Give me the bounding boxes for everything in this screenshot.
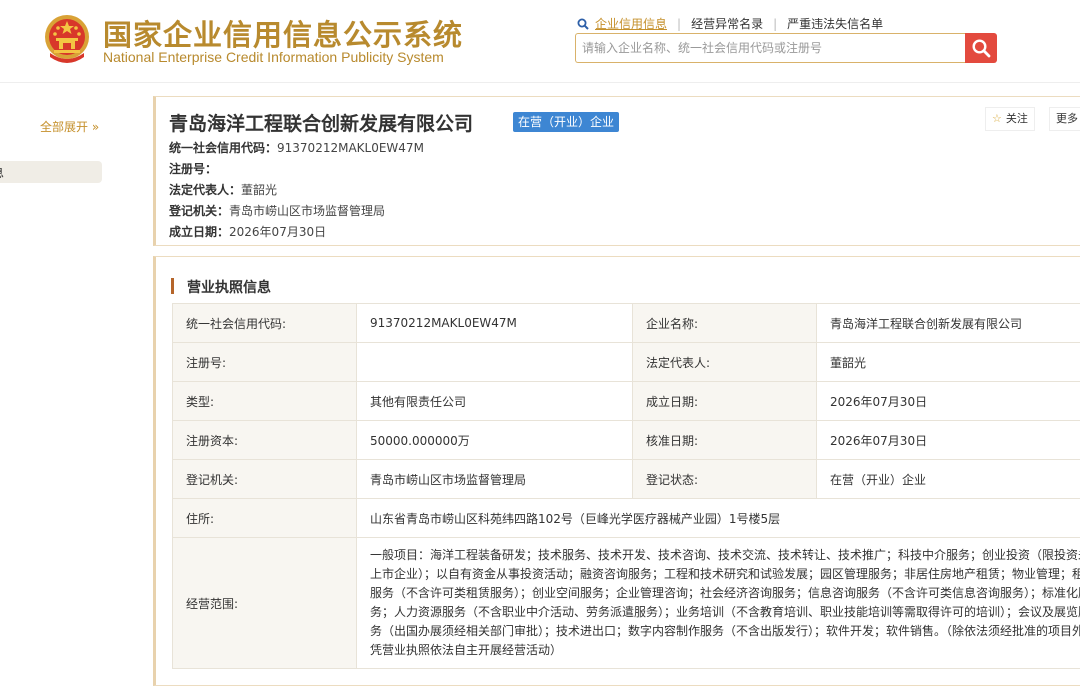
search-icon	[971, 38, 991, 58]
site-header: 国家企业信用信息公示系统 National Enterprise Credit …	[0, 0, 1080, 83]
summary-label: 注册号：	[169, 162, 217, 176]
search-icon	[577, 18, 589, 30]
national-emblem-icon	[42, 13, 92, 65]
follow-button[interactable]: ☆ 关注	[985, 107, 1035, 131]
table-row: 注册号: 法定代表人: 董韶光	[173, 343, 1080, 382]
more-button[interactable]: 更多	[1049, 107, 1080, 131]
cell-value: 在营（开业）企业	[817, 460, 1080, 499]
summary-row-founded: 成立日期：2026年07月30日	[169, 223, 326, 240]
nav-link-abnormal-list[interactable]: 经营异常名录	[691, 17, 763, 31]
cell-value: 91370212MAKL0EW47M	[357, 304, 633, 343]
nav-separator: |	[773, 17, 777, 31]
search-input[interactable]	[575, 33, 965, 63]
cell-value: 2026年07月30日	[817, 382, 1080, 421]
cell-label: 企业名称:	[633, 304, 817, 343]
sidebar-item-label: 息	[0, 164, 4, 181]
cell-label: 经营范围:	[173, 538, 357, 669]
cell-label: 住所:	[173, 499, 357, 538]
summary-row-reg-no: 注册号：	[169, 160, 217, 177]
summary-value: 青岛市崂山区市场监督管理局	[229, 204, 385, 218]
company-name: 青岛海洋工程联合创新发展有限公司	[169, 109, 473, 136]
cell-label: 登记机关:	[173, 460, 357, 499]
top-nav: 企业信用信息 | 经营异常名录 | 严重违法失信名单	[577, 15, 883, 32]
summary-row-legal-rep: 法定代表人：董韶光	[169, 181, 277, 198]
summary-value: 91370212MAKL0EW47M	[277, 141, 424, 155]
site-title-cn: 国家企业信用信息公示系统	[103, 12, 463, 54]
sidebar-item-active[interactable]: 息	[0, 161, 102, 183]
summary-value: 董韶光	[241, 183, 277, 197]
sidebar-item[interactable]	[0, 208, 102, 230]
cell-label: 注册号:	[173, 343, 357, 382]
section-title-bar	[171, 278, 174, 294]
summary-row-credit-code: 统一社会信用代码：91370212MAKL0EW47M	[169, 139, 424, 156]
summary-label: 登记机关：	[169, 204, 229, 218]
follow-label: 关注	[1006, 112, 1028, 125]
nav-separator: |	[677, 17, 681, 31]
expand-all-button[interactable]: 全部展开 »	[40, 118, 99, 135]
license-table: 统一社会信用代码: 91370212MAKL0EW47M 企业名称: 青岛海洋工…	[172, 303, 1080, 669]
cell-label: 法定代表人:	[633, 343, 817, 382]
company-summary-card: 青岛海洋工程联合创新发展有限公司 在营（开业）企业 统一社会信用代码：91370…	[153, 96, 1080, 246]
cell-value	[357, 343, 633, 382]
business-scope-value: 一般项目：海洋工程装备研发；技术服务、技术开发、技术咨询、技术交流、技术转让、技…	[357, 538, 1080, 669]
cell-value: 青岛海洋工程联合创新发展有限公司	[817, 304, 1080, 343]
table-row-business-scope: 经营范围: 一般项目：海洋工程装备研发；技术服务、技术开发、技术咨询、技术交流、…	[173, 538, 1080, 669]
sidebar-item[interactable]	[0, 186, 102, 208]
summary-label: 统一社会信用代码：	[169, 141, 277, 155]
cell-label: 登记状态:	[633, 460, 817, 499]
cell-value: 50000.000000万	[357, 421, 633, 460]
summary-row-authority: 登记机关：青岛市崂山区市场监督管理局	[169, 202, 385, 219]
cell-label: 类型:	[173, 382, 357, 421]
site-title-en: National Enterprise Credit Information P…	[103, 49, 444, 65]
status-badge: 在营（开业）企业	[513, 112, 619, 132]
table-row: 类型: 其他有限责任公司 成立日期: 2026年07月30日	[173, 382, 1080, 421]
summary-value: 2026年07月30日	[229, 225, 326, 239]
cell-label: 核准日期:	[633, 421, 817, 460]
address-value: 山东省青岛市崂山区科苑纬四路102号（巨峰光学医疗器械产业园）1号楼5层	[357, 499, 1080, 538]
cell-label: 统一社会信用代码:	[173, 304, 357, 343]
business-license-section: 营业执照信息 统一社会信用代码: 91370212MAKL0EW47M 企业名称…	[153, 256, 1080, 686]
cell-value: 青岛市崂山区市场监督管理局	[357, 460, 633, 499]
summary-label: 法定代表人：	[169, 183, 241, 197]
star-icon: ☆	[992, 112, 1002, 125]
section-title: 营业执照信息	[187, 277, 271, 297]
cell-label: 注册资本:	[173, 421, 357, 460]
nav-link-dishonest-list[interactable]: 严重违法失信名单	[787, 17, 883, 31]
cell-value: 2026年07月30日	[817, 421, 1080, 460]
search-bar	[575, 33, 997, 63]
table-row: 统一社会信用代码: 91370212MAKL0EW47M 企业名称: 青岛海洋工…	[173, 304, 1080, 343]
cell-label: 成立日期:	[633, 382, 817, 421]
table-row-address: 住所: 山东省青岛市崂山区科苑纬四路102号（巨峰光学医疗器械产业园）1号楼5层	[173, 499, 1080, 538]
nav-link-credit-info[interactable]: 企业信用信息	[595, 17, 667, 31]
cell-value: 其他有限责任公司	[357, 382, 633, 421]
summary-label: 成立日期：	[169, 225, 229, 239]
cell-value: 董韶光	[817, 343, 1080, 382]
table-row: 登记机关: 青岛市崂山区市场监督管理局 登记状态: 在营（开业）企业	[173, 460, 1080, 499]
search-button[interactable]	[965, 33, 997, 63]
table-row: 注册资本: 50000.000000万 核准日期: 2026年07月30日	[173, 421, 1080, 460]
